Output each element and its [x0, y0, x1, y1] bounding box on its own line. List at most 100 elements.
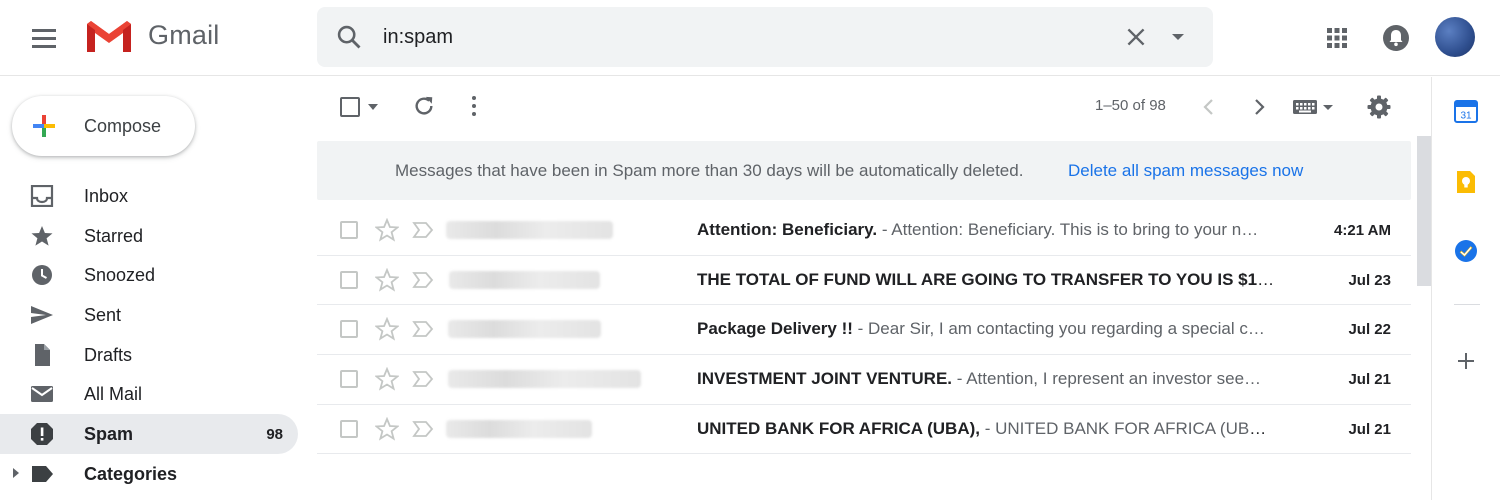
- menu-icon-bar: [32, 45, 56, 48]
- sender-name-redacted: [448, 370, 641, 389]
- mail-row[interactable]: THE TOTAL OF FUND WILL ARE GOING TO TRAN…: [317, 256, 1411, 306]
- mail-snippet: - Attention: Beneficiary. This is to bri…: [877, 220, 1259, 239]
- mail-date: Jul 21: [1348, 420, 1391, 438]
- mail-row[interactable]: Package Delivery !! - Dear Sir, I am con…: [317, 305, 1411, 356]
- mail-snippet: - Attention, I represent an investor see…: [952, 369, 1262, 389]
- add-addon-plus-icon[interactable]: [1454, 349, 1478, 373]
- star-outline-icon[interactable]: [375, 267, 399, 292]
- spam-count-badge: 98: [266, 426, 283, 444]
- input-tools-keyboard-icon[interactable]: [1292, 97, 1336, 117]
- sidebar-item-snoozed[interactable]: Snoozed: [0, 255, 298, 295]
- pagination-count: 1–50 of 98: [1095, 97, 1166, 114]
- importance-marker-icon[interactable]: [412, 221, 434, 239]
- main-menu-button[interactable]: [24, 20, 64, 56]
- mail-subject: Package Delivery !!: [697, 319, 853, 339]
- mail-subject: UNITED BANK FOR AFRICA (UBA),: [697, 418, 980, 438]
- more-options-icon[interactable]: [469, 95, 479, 117]
- google-apps-icon[interactable]: [1322, 23, 1352, 53]
- row-checkbox[interactable]: [340, 370, 358, 389]
- sender-name-redacted: [448, 320, 601, 339]
- sidebar-item-label: Spam: [84, 424, 134, 445]
- compose-plus-icon: [33, 115, 55, 137]
- sidebar-item-sent[interactable]: Sent: [0, 295, 298, 335]
- mail-row[interactable]: INVESTMENT JOINT VENTURE. - Attention, I…: [317, 355, 1411, 405]
- keep-notes-icon[interactable]: [1454, 170, 1478, 194]
- sidebar-item-categories[interactable]: Categories: [0, 454, 298, 494]
- star-icon: [31, 225, 53, 246]
- sidebar-item-label: Starred: [84, 225, 144, 246]
- mail-subject: INVESTMENT JOINT VENTURE.: [697, 369, 953, 389]
- mail-snippet: - Dear Sir, I am contacting you regardin…: [852, 319, 1265, 339]
- star-outline-icon[interactable]: [375, 416, 399, 441]
- compose-label: Compose: [84, 116, 162, 136]
- star-outline-icon[interactable]: [375, 218, 399, 242]
- mail-preview: UNITED BANK FOR AFRICA (UBA), - UNITED B…: [697, 419, 1277, 439]
- older-page-chevron-icon[interactable]: [1252, 98, 1266, 116]
- clear-search-icon[interactable]: [1123, 24, 1149, 50]
- notifications-bell-icon[interactable]: [1380, 22, 1412, 54]
- gmail-logo-icon[interactable]: [84, 18, 134, 56]
- sidebar-item-spam[interactable]: Spam 98: [0, 414, 298, 454]
- sidebar-item-inbox[interactable]: Inbox: [0, 176, 298, 216]
- sidebar-item-label: Categories: [84, 463, 178, 484]
- side-panel: 31: [1431, 77, 1500, 500]
- star-outline-icon[interactable]: [375, 367, 399, 391]
- select-all-checkbox[interactable]: [340, 97, 360, 117]
- importance-marker-icon[interactable]: [412, 271, 434, 289]
- star-outline-icon[interactable]: [375, 317, 399, 341]
- refresh-icon[interactable]: [413, 95, 435, 117]
- spam-info-banner: Messages that have been in Spam more tha…: [317, 141, 1411, 200]
- mail-date: Jul 23: [1348, 271, 1391, 289]
- importance-marker-icon[interactable]: [412, 370, 434, 388]
- search-bar: [317, 7, 1213, 67]
- mail-toolbar: 1–50 of 98: [317, 78, 1412, 134]
- mail-preview: THE TOTAL OF FUND WILL ARE GOING TO TRAN…: [697, 270, 1277, 290]
- mail-date: Jul 22: [1348, 321, 1391, 339]
- mail-snippet: - UNITED BANK FOR AFRICA (UBA), …: [980, 418, 1277, 438]
- delete-all-spam-link[interactable]: Delete all spam messages now: [1068, 161, 1303, 181]
- search-input[interactable]: [383, 21, 1083, 53]
- row-checkbox[interactable]: [340, 419, 358, 438]
- tasks-icon[interactable]: [1454, 239, 1478, 263]
- expand-caret-icon[interactable]: [12, 467, 20, 478]
- app-name: Gmail: [148, 20, 220, 50]
- mail-icon: [31, 386, 53, 403]
- compose-button[interactable]: Compose: [12, 96, 195, 156]
- mail-row[interactable]: UNITED BANK FOR AFRICA (UBA), - UNITED B…: [317, 405, 1411, 455]
- menu-icon-bar: [32, 29, 56, 32]
- mail-preview: Package Delivery !! - Dear Sir, I am con…: [697, 319, 1277, 339]
- row-checkbox[interactable]: [340, 270, 358, 289]
- calendar-icon[interactable]: 31: [1454, 99, 1478, 123]
- mail-date: Jul 21: [1348, 371, 1391, 389]
- mail-subject: Attention: Beneficiary.: [697, 220, 878, 239]
- mail-row[interactable]: Attention: Beneficiary. - Attention: Ben…: [317, 206, 1411, 256]
- row-checkbox[interactable]: [340, 221, 358, 239]
- menu-icon-bar: [32, 37, 56, 40]
- account-avatar[interactable]: [1435, 17, 1475, 57]
- sender-name-redacted: [446, 419, 592, 438]
- mail-list-scrollbar[interactable]: [1417, 136, 1431, 286]
- label-icon: [32, 465, 53, 482]
- mail-preview: Attention: Beneficiary. - Attention: Ben…: [697, 220, 1277, 240]
- send-icon: [31, 306, 53, 325]
- select-dropdown-icon[interactable]: [367, 103, 379, 111]
- row-checkbox[interactable]: [340, 320, 358, 339]
- mail-subject: THE TOTAL OF FUND WILL ARE GOING TO TRAN…: [697, 269, 1277, 289]
- clock-icon: [32, 265, 52, 286]
- draft-icon: [35, 343, 50, 366]
- settings-gear-icon[interactable]: [1367, 95, 1391, 119]
- newer-page-chevron-icon[interactable]: [1202, 98, 1216, 116]
- sender-name-redacted: [446, 221, 613, 239]
- mail-list: Attention: Beneficiary. - Attention: Ben…: [317, 206, 1411, 455]
- sidebar-item-starred[interactable]: Starred: [0, 216, 298, 256]
- sidebar-item-label: Inbox: [84, 186, 129, 206]
- sidebar-item-all-mail[interactable]: All Mail: [0, 374, 298, 414]
- sidebar-item-label: All Mail: [84, 384, 143, 405]
- search-options-dropdown-icon[interactable]: [1170, 29, 1186, 45]
- sidebar-item-drafts[interactable]: Drafts: [0, 335, 298, 375]
- search-icon[interactable]: [335, 23, 363, 51]
- mail-date: 4:21 AM: [1334, 222, 1391, 239]
- importance-marker-icon[interactable]: [412, 320, 434, 338]
- importance-marker-icon[interactable]: [412, 420, 434, 438]
- sidebar-item-label: Sent: [84, 305, 122, 326]
